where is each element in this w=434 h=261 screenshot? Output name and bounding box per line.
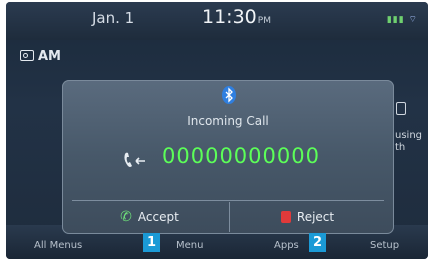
- accept-label: Accept: [137, 210, 179, 224]
- background-text: using th: [395, 130, 422, 154]
- popup-buttons: ✆ Accept Reject: [72, 200, 384, 233]
- accept-phone-icon: ✆: [120, 209, 132, 225]
- radio-source[interactable]: AM: [20, 49, 61, 64]
- phone-device-icon: [396, 102, 406, 115]
- status-bar: Jan. 1 11:30PM ▮▮▮ ⌔: [6, 2, 428, 40]
- incoming-call-icon: [124, 152, 145, 167]
- menu-apps[interactable]: Apps: [274, 240, 299, 251]
- signal-icons: ▮▮▮ ⌔: [386, 15, 418, 25]
- radio-source-label: AM: [38, 49, 61, 64]
- menu-setup[interactable]: Setup: [370, 240, 399, 251]
- wifi-icon: ⌔: [408, 15, 418, 25]
- head-unit-screen: Jan. 1 11:30PM ▮▮▮ ⌔ AM using th All Menu…: [6, 2, 428, 259]
- caller-number: 00000000000: [162, 144, 320, 168]
- menu-menu[interactable]: Menu: [176, 240, 203, 251]
- callout-2: 2: [309, 233, 326, 252]
- radio-icon: [20, 50, 34, 61]
- reject-phone-icon: [280, 211, 291, 223]
- status-time: 11:30PM: [202, 6, 271, 28]
- status-ampm: PM: [257, 16, 271, 26]
- menu-all-menus[interactable]: All Menus: [34, 240, 82, 251]
- background-text-line2: th: [395, 142, 406, 153]
- popup-title: Incoming Call: [187, 114, 269, 128]
- accept-button[interactable]: ✆ Accept: [72, 202, 227, 232]
- incoming-call-popup: Incoming Call 00000000000 ✆ Accept Reject: [62, 80, 394, 234]
- callout-1: 1: [143, 233, 160, 252]
- status-date: Jan. 1: [92, 9, 135, 27]
- reject-label: Reject: [296, 210, 335, 224]
- bluetooth-icon: [222, 86, 236, 104]
- reject-button[interactable]: Reject: [229, 202, 385, 232]
- background-text-line1: using: [395, 130, 423, 141]
- status-time-value: 11:30: [202, 6, 257, 28]
